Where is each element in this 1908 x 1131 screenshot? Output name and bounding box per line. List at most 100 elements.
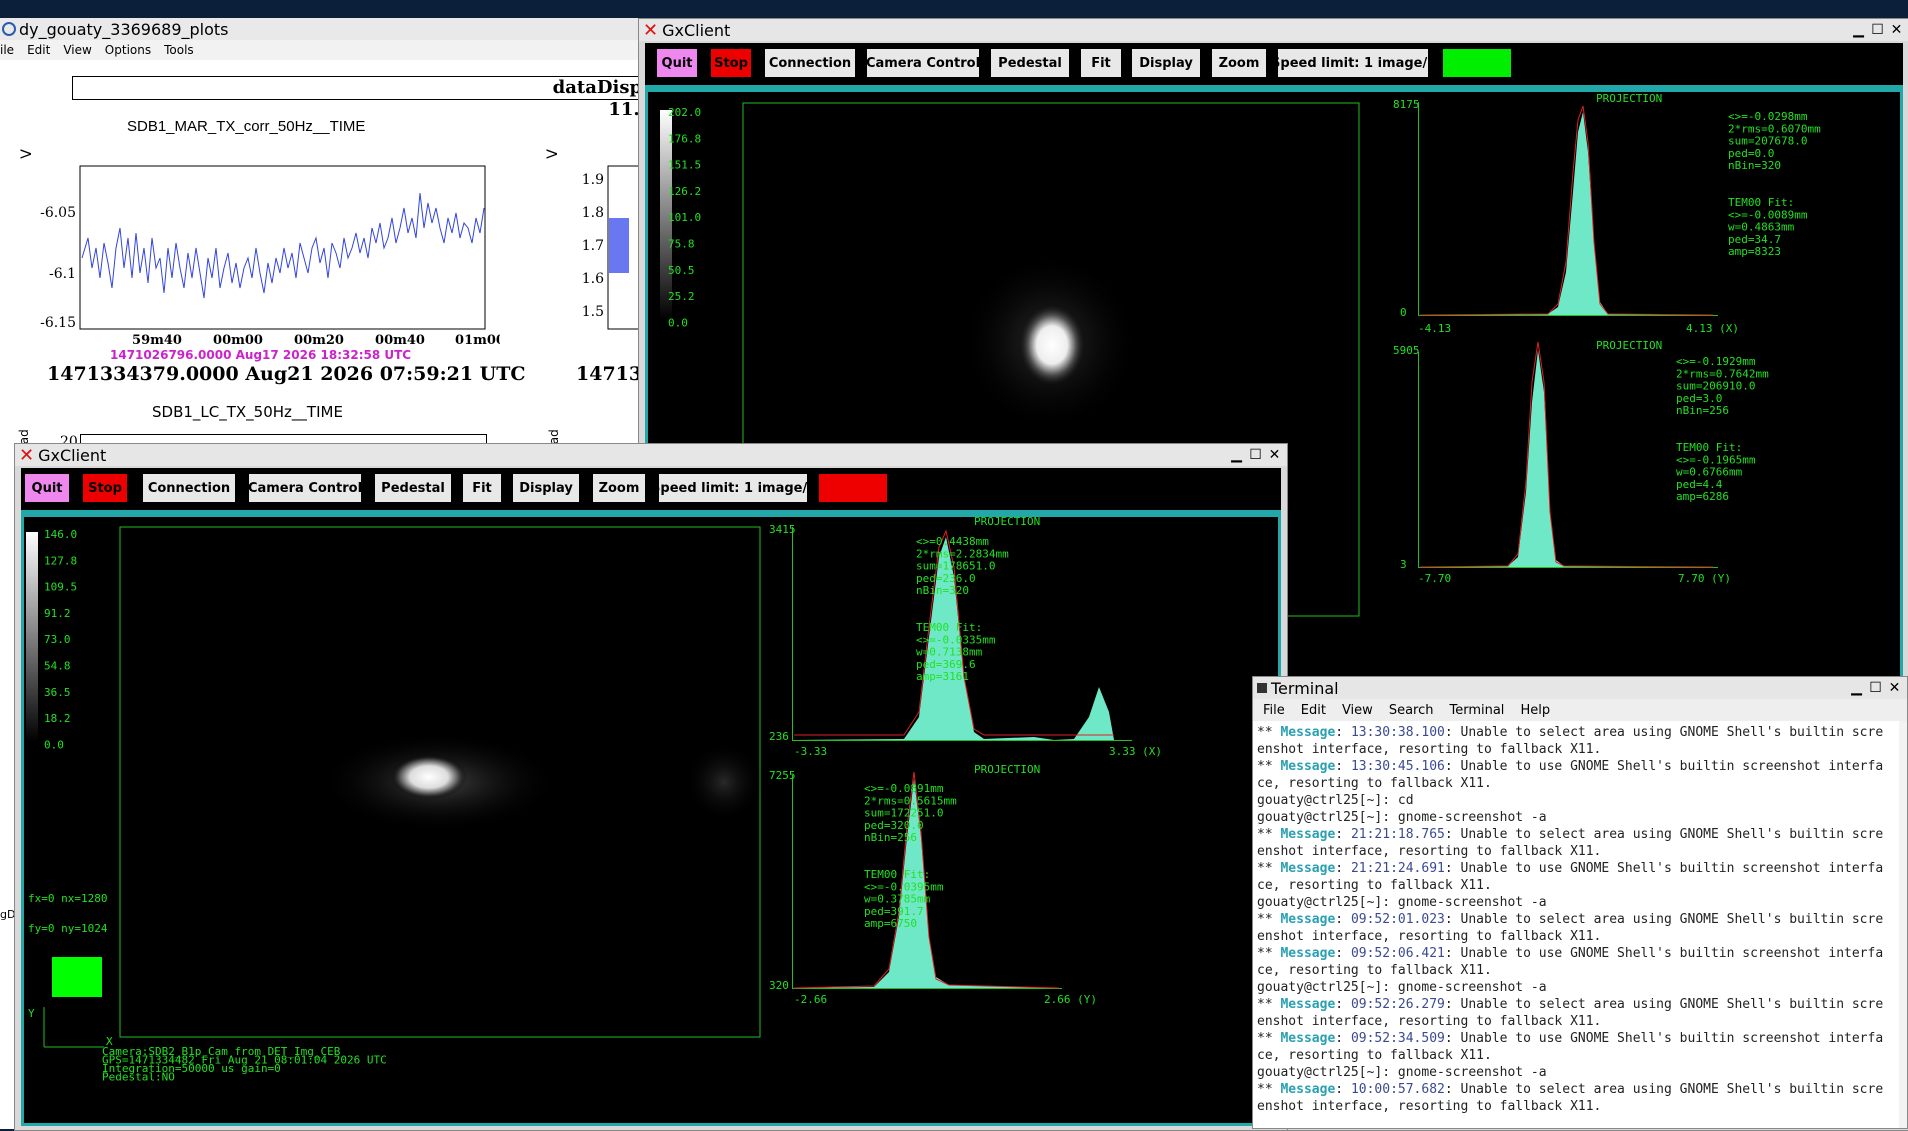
- minimize-icon[interactable]: ▁: [1848, 679, 1865, 696]
- gx-back-titlebar[interactable]: ✕ GxClient ▁ ☐ ✕: [639, 19, 1908, 41]
- datadisplay-titlebar[interactable]: dy_gouaty_3369689_plots: [0, 18, 640, 40]
- maximize-icon[interactable]: ☐: [1867, 679, 1884, 696]
- pedestal-button[interactable]: Pedestal: [991, 49, 1069, 77]
- terminal-line: enshot interface, resorting to fallback …: [1257, 844, 1602, 859]
- minimize-icon[interactable]: ▁: [1850, 21, 1867, 38]
- gx-front-proj1-xmax: 3.33 (X): [1109, 745, 1162, 758]
- terminal-line: gouaty@ctrl25[~]: gnome-screenshot -a: [1257, 895, 1547, 910]
- projection-fit-stat: amp=6750: [864, 917, 917, 930]
- intensity-scale-label: 126.2: [668, 185, 701, 198]
- app-icon: [2, 22, 16, 36]
- message-text: : Unable to select area using GNOME Shel…: [1444, 827, 1884, 842]
- message-prefix: **: [1257, 1082, 1281, 1097]
- gx-front-content: 146.0 127.8 109.5 91.2 73.0 54.8 36.5 18.2 0.0 f…: [21, 514, 1281, 1126]
- camera-control-button[interactable]: Camera Control: [866, 49, 980, 77]
- speed-limit-button[interactable]: Speed limit: 1 image/s: [651, 474, 815, 502]
- menu-tools[interactable]: Tools: [164, 43, 194, 57]
- intensity-scale-label: 50.5: [668, 264, 695, 277]
- connection-button[interactable]: Connection: [143, 474, 235, 502]
- terminal-line: ** Message: 10:00:57.682: Unable to sele…: [1257, 1082, 1884, 1097]
- message-prefix: **: [1257, 725, 1281, 740]
- status-indicator: [819, 474, 887, 502]
- message-text: : Unable to use GNOME Shell's builtin sc…: [1444, 759, 1884, 774]
- terminal-line: gouaty@ctrl25[~]: cd: [1257, 793, 1414, 808]
- message-label: Message: [1280, 912, 1336, 927]
- terminal-window: Terminal ▁ ☐ ✕ File Edit View Search Ter…: [1252, 676, 1908, 1129]
- gx-back-proj2-ymax: 5905: [1393, 344, 1420, 357]
- terminal-menu-help[interactable]: Help: [1520, 703, 1550, 718]
- menu-options[interactable]: Options: [105, 43, 151, 57]
- intensity-scale-label: 91.2: [44, 607, 71, 620]
- intensity-scale-label: 0.0: [668, 316, 688, 329]
- projection-stat: nBin=320: [916, 584, 969, 597]
- pedestal-button[interactable]: Pedestal: [375, 474, 451, 502]
- maximize-icon[interactable]: ☐: [1869, 21, 1886, 38]
- plot1-ref-time: 1471026796.0000 Aug17 2026 18:32:58 UTC: [110, 348, 412, 362]
- gx-back-proj1-ymin: 0: [1400, 306, 1407, 319]
- gx-front-fx: fx=0 nx=1280: [28, 892, 107, 905]
- menu-edit[interactable]: Edit: [27, 43, 50, 57]
- message-prefix: **: [1257, 912, 1281, 927]
- projection-stat: sum=207678.0: [1728, 135, 1807, 148]
- message-prefix: **: [1257, 997, 1281, 1012]
- projection-fit-stat: amp=6286: [1676, 490, 1729, 503]
- gx-front-proj1-ymax: 3415: [769, 523, 796, 536]
- projection-fit-stat: ped=369.6: [916, 658, 976, 671]
- terminal-menu-search[interactable]: Search: [1389, 703, 1434, 718]
- terminal-output[interactable]: ** Message: 13:30:38.100: Unable to sele…: [1257, 724, 1897, 1115]
- speed-limit-button[interactable]: Speed limit: 1 image/s: [1271, 49, 1435, 77]
- plot1-xtick-1: 00m00: [213, 333, 263, 348]
- terminal-menu-file[interactable]: File: [1263, 703, 1285, 718]
- gx-back-proj1-xmin: -4.13: [1418, 322, 1451, 335]
- plot1-title: SDB1_MAR_TX_corr_50Hz__TIME: [127, 118, 366, 135]
- stop-button[interactable]: Stop: [711, 49, 751, 77]
- plot2-ytick-2: 1.7: [582, 238, 604, 254]
- message-time: 10:00:57.682: [1350, 1082, 1445, 1097]
- terminal-line: ** Message: 09:52:01.023: Unable to sele…: [1257, 912, 1884, 927]
- terminal-menu-terminal[interactable]: Terminal: [1449, 703, 1504, 718]
- display-button[interactable]: Display: [1132, 49, 1200, 77]
- minimize-icon[interactable]: ▁: [1228, 446, 1245, 463]
- fit-button[interactable]: Fit: [463, 474, 501, 502]
- banner-text: dataDisplay 11.3.0: [552, 77, 641, 120]
- menu-file[interactable]: ile: [0, 43, 14, 57]
- stop-button[interactable]: Stop: [83, 474, 127, 502]
- plot2-ylabel: V: [544, 149, 561, 159]
- message-time: 09:52:01.023: [1350, 912, 1445, 927]
- terminal-menu-view[interactable]: View: [1342, 703, 1373, 718]
- terminal-titlebar[interactable]: Terminal ▁ ☐ ✕: [1253, 677, 1907, 699]
- projection-fit-stat: amp=8323: [1728, 245, 1781, 258]
- close-icon[interactable]: ✕: [1266, 446, 1283, 463]
- message-time: 13:30:45.106: [1350, 759, 1445, 774]
- gx-front-proj2-xmax: 2.66 (Y): [1044, 993, 1097, 1006]
- display-button[interactable]: Display: [513, 474, 579, 502]
- plot1-ytick-2: -6.15: [40, 315, 76, 331]
- connection-button[interactable]: Connection: [765, 49, 855, 77]
- terminal-menu-edit[interactable]: Edit: [1301, 703, 1326, 718]
- zoom-button[interactable]: Zoom: [593, 474, 645, 502]
- message-label: Message: [1280, 725, 1336, 740]
- camera-control-button[interactable]: Camera Control: [248, 474, 362, 502]
- gx-back-proj2-label: PROJECTION: [1596, 339, 1662, 352]
- menu-view[interactable]: View: [63, 43, 91, 57]
- intensity-scale-label: 75.8: [668, 238, 695, 251]
- maximize-icon[interactable]: ☐: [1247, 446, 1264, 463]
- terminal-scrollbar[interactable]: [1899, 721, 1907, 1128]
- message-text: : Unable to select area using GNOME Shel…: [1444, 1082, 1884, 1097]
- quit-button[interactable]: Quit: [657, 49, 697, 77]
- close-icon[interactable]: ✕: [1886, 679, 1903, 696]
- intensity-scale-label: 101.0: [668, 211, 701, 224]
- gx-front-proj1-ymin: 236: [769, 730, 789, 743]
- intensity-scale-label: 151.5: [668, 159, 701, 172]
- gx-front-window: ✕ GxClient ▁ ☐ ✕ Quit Stop Connection Ca…: [14, 443, 1288, 1131]
- projection-stat: ped=3.0: [1676, 392, 1722, 405]
- close-icon[interactable]: ✕: [1888, 21, 1905, 38]
- fit-button[interactable]: Fit: [1081, 49, 1121, 77]
- message-label: Message: [1280, 827, 1336, 842]
- zoom-button[interactable]: Zoom: [1212, 49, 1266, 77]
- gx-front-titlebar[interactable]: ✕ GxClient ▁ ☐ ✕: [15, 444, 1287, 466]
- projection-fit-stat: w=0.6766mm: [1676, 466, 1743, 479]
- message-time: 09:52:34.509: [1350, 1031, 1445, 1046]
- x-logo-icon: ✕: [643, 19, 659, 41]
- quit-button[interactable]: Quit: [25, 474, 69, 502]
